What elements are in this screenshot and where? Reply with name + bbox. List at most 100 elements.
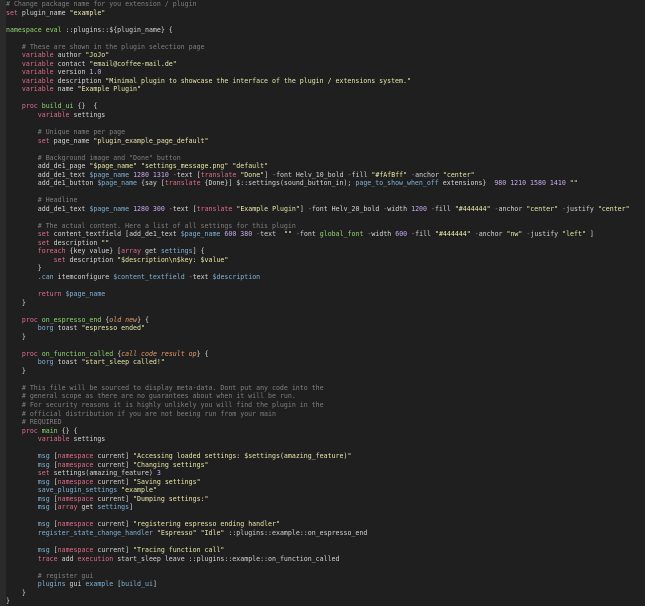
code-token-keyword: namespace [57, 520, 94, 529]
code-line[interactable]: # These are shown in the plugin selectio… [6, 43, 645, 52]
code-token-string: "Accessing loaded settings: $settings(am… [133, 452, 352, 461]
code-line[interactable] [6, 282, 645, 291]
code-line[interactable]: msg [namespace current] "registering esp… [6, 520, 645, 529]
code-line[interactable]: register_state_change_handler "Espresso"… [6, 529, 645, 538]
code-line[interactable]: proc build_ui {} { [6, 102, 645, 111]
code-token-variable: borg [37, 358, 54, 367]
code-line[interactable]: } [6, 367, 645, 376]
code-line[interactable] [6, 341, 645, 350]
code-line[interactable]: set settings(amazing_feature) 3 [6, 469, 645, 478]
code-line[interactable]: variable description "Minimal plugin to … [6, 77, 645, 86]
code-token-variable: settings [97, 503, 130, 512]
code-line[interactable] [6, 119, 645, 128]
code-line[interactable] [6, 512, 645, 521]
code-token-keyword: set [37, 136, 50, 145]
code-line[interactable]: # official distribution if you are not b… [6, 410, 645, 419]
code-line[interactable]: set description "$description\n$key: $va… [6, 256, 645, 265]
code-line[interactable]: add_de1_text $page_name 1280 1310 -text … [6, 171, 645, 180]
code-token-plain: description [65, 255, 118, 264]
code-line[interactable]: # REQUIRED [6, 418, 645, 427]
code-line[interactable] [6, 34, 645, 43]
code-editor[interactable]: # Change package name for you extension … [0, 0, 645, 606]
code-line[interactable]: # Headline [6, 196, 645, 205]
code-line[interactable]: plugins gui example [build_ui] [6, 580, 645, 589]
code-line[interactable] [6, 375, 645, 384]
code-line[interactable]: borg toast "espresso ended" [6, 324, 645, 333]
code-line[interactable] [6, 145, 645, 154]
code-line[interactable]: msg [namespace current] "Saving settings… [6, 478, 645, 487]
code-line[interactable]: set content_textfield [add_de1_text $pag… [6, 230, 645, 239]
code-line[interactable]: variable name "Example Plugin" [6, 85, 645, 94]
code-line[interactable] [6, 444, 645, 453]
code-line[interactable]: namespace eval ::plugins::${plugin_name}… [6, 26, 645, 35]
code-token-comment: # For security reasons it is highly unli… [21, 400, 324, 409]
code-line[interactable]: # The actual content. Here a list of all… [6, 222, 645, 231]
code-line[interactable]: variable settings [6, 111, 645, 120]
code-line[interactable]: add_de1_page "$page_name" "settings_mess… [6, 162, 645, 171]
code-line[interactable] [6, 213, 645, 222]
code-line[interactable]: foreach {key value} [array get settings]… [6, 247, 645, 256]
code-token-plain: [ [49, 452, 58, 461]
code-line[interactable] [6, 563, 645, 572]
code-line[interactable]: msg [array get settings] [6, 503, 645, 512]
code-line[interactable]: # Background image and "Done" button [6, 154, 645, 163]
code-token-plain: add_de1_text [6, 204, 90, 213]
code-line[interactable]: } [6, 333, 645, 342]
code-token-variable: $description [212, 273, 261, 281]
code-token-string: "Changing settings" [133, 460, 209, 469]
code-line[interactable]: } [6, 264, 645, 273]
code-line[interactable]: add_de1_text $page_name 1280 300 -text [… [6, 205, 645, 214]
code-token-string: "" [569, 179, 578, 188]
code-line[interactable]: .can itemconfigure $content_textfield -t… [6, 273, 645, 282]
code-token-variable: $page_name [89, 170, 130, 179]
code-line[interactable]: set page_name "plugin_example_page_defau… [6, 137, 645, 146]
code-token-plain: } [6, 298, 26, 307]
code-token-variable: msg [37, 503, 50, 512]
code-line[interactable]: # register gui [6, 572, 645, 581]
code-line[interactable]: } [6, 597, 645, 606]
code-line[interactable]: variable version 1.0 [6, 68, 645, 77]
code-line[interactable]: } [6, 589, 645, 598]
code-line[interactable]: proc on_espresso_end {old new} { [6, 316, 645, 325]
code-line[interactable]: borg toast "start_sleep called!" [6, 358, 645, 367]
code-line[interactable]: # This file will be sourced to display m… [6, 384, 645, 393]
code-line[interactable]: variable contact "email@coffee-mail.de" [6, 60, 645, 69]
code-line[interactable]: # Unique name per page [6, 128, 645, 137]
code-line[interactable]: variable settings [6, 435, 645, 444]
code-token-variable: save_plugin_settings [37, 486, 118, 495]
code-line[interactable]: msg [namespace current] "Tracing functio… [6, 546, 645, 555]
code-line[interactable]: msg [namespace current] "Changing settin… [6, 461, 645, 470]
code-line[interactable]: # general scope as there are no guarante… [6, 392, 645, 401]
code-line[interactable] [6, 537, 645, 546]
code-token-plain: ::plugins::example::on_espresso_end [224, 528, 368, 537]
code-token-plain: add_de1_text [6, 170, 90, 179]
code-line[interactable]: variable author "JoJo" [6, 51, 645, 60]
code-token-plain: gui [65, 580, 86, 589]
code-token-function: namespace [6, 25, 42, 34]
code-line[interactable] [6, 17, 645, 26]
code-token-number: 3 [156, 469, 161, 478]
code-line[interactable]: proc on_function_called {call code resul… [6, 350, 645, 359]
code-line[interactable] [6, 94, 645, 103]
code-token-plain: } [6, 366, 26, 375]
code-line[interactable]: proc main {} { [6, 427, 645, 436]
code-token-string: "" [101, 238, 110, 247]
code-line[interactable] [6, 188, 645, 197]
code-line[interactable] [6, 307, 645, 316]
code-line[interactable]: add_de1_button $page_name {say [translat… [6, 179, 645, 188]
code-line[interactable]: save_plugin_settings "example" [6, 486, 645, 495]
code-line[interactable]: msg [namespace current] "Dumping setting… [6, 495, 645, 504]
code-token-plain: width [387, 204, 412, 213]
code-line[interactable]: trace add execution start_sleep leave ::… [6, 555, 645, 564]
code-line[interactable]: # For security reasons it is highly unli… [6, 401, 645, 410]
code-line[interactable]: msg [namespace current] "Accessing loade… [6, 452, 645, 461]
code-line[interactable]: } [6, 299, 645, 308]
code-line[interactable]: # Change package name for you extension … [6, 0, 645, 9]
code-line[interactable]: set plugin_name "example" [6, 9, 645, 18]
code-line[interactable]: return $page_name [6, 290, 645, 299]
code-line[interactable]: set description "" [6, 239, 645, 248]
code-lines[interactable]: # Change package name for you extension … [6, 0, 645, 606]
